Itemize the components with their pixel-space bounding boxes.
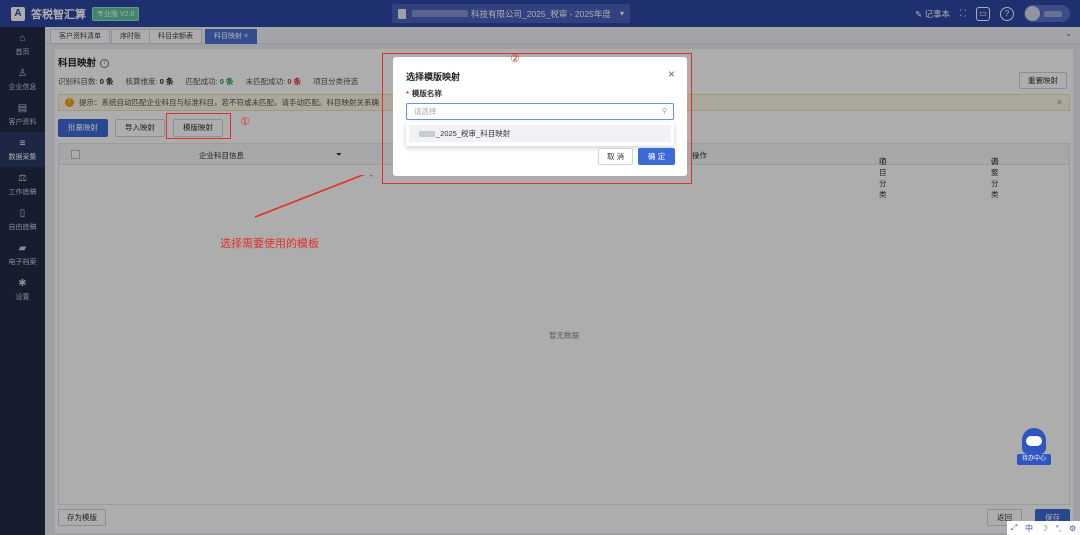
- ime-indicator[interactable]: 中: [1025, 523, 1033, 534]
- punct-icon[interactable]: °,: [1056, 524, 1061, 533]
- annotation-instruction: 选择需要使用的模板: [220, 238, 319, 250]
- expand-icon[interactable]: ⤢: [1011, 523, 1017, 533]
- todo-center[interactable]: 待办中心: [1017, 428, 1051, 468]
- annotation-arrow: [254, 175, 380, 218]
- annotation-step-2: ②: [510, 53, 520, 65]
- robot-face: [1026, 436, 1042, 446]
- moon-icon[interactable]: ☽: [1041, 524, 1048, 533]
- gear-icon[interactable]: ⚙: [1069, 524, 1076, 533]
- annotation-step-1: ①: [240, 116, 250, 128]
- annotation-box-dialog: [382, 53, 692, 184]
- todo-label: 待办中心: [1017, 454, 1051, 465]
- system-tray: ⤢ 中 ☽ °, ⚙: [1007, 521, 1080, 535]
- annotation-box-template-button: [166, 113, 231, 139]
